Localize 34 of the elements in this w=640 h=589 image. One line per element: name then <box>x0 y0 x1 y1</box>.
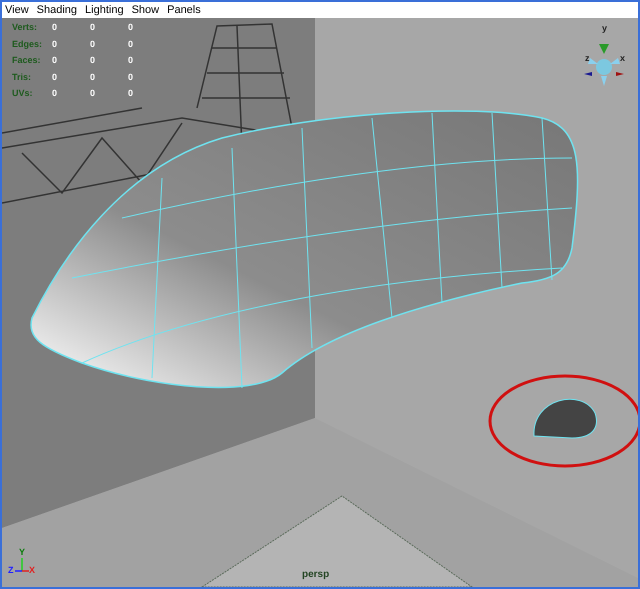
stat-label: Verts: <box>12 21 38 34</box>
stat-label: Faces: <box>12 54 42 67</box>
stat-label: Edges: <box>12 38 44 51</box>
view-cube-z-label: z <box>585 54 590 63</box>
menu-item[interactable]: Show <box>132 4 160 16</box>
menu-item[interactable]: Panels <box>167 4 201 16</box>
stat-value: 0 <box>52 21 58 34</box>
stat-value: 0 <box>128 38 134 50</box>
menu-item[interactable]: Shading <box>36 4 78 16</box>
camera-name: persp <box>302 570 330 580</box>
stat-value: 0 <box>90 54 96 67</box>
stat-value: 0 <box>52 54 58 67</box>
axis-y-label: Y <box>19 548 26 557</box>
stat-value: 0 <box>90 38 96 50</box>
stat-value: 0 <box>90 87 96 100</box>
axis-z-label: Z <box>8 566 14 575</box>
axis-x-label: X <box>29 566 36 575</box>
stat-label: Tris: <box>12 70 32 84</box>
stat-value: 0 <box>52 87 58 100</box>
stat-value: 0 <box>52 70 58 84</box>
menu-item[interactable]: Lighting <box>85 4 124 16</box>
stat-value: 0 <box>128 54 134 67</box>
stat-label: UVs: <box>12 87 34 100</box>
view-cube-x-label: x <box>620 54 626 63</box>
stat-value: 0 <box>128 21 134 34</box>
view-cube-y-label: y <box>602 24 608 33</box>
stat-value: 0 <box>128 70 134 84</box>
stat-value: 0 <box>90 70 96 84</box>
menu-item[interactable]: View <box>5 4 29 16</box>
axis-gizmo-icon <box>15 558 29 572</box>
stat-value: 0 <box>52 38 58 50</box>
stat-value: 0 <box>90 21 96 34</box>
stat-value: 0 <box>128 87 134 100</box>
view-cube-icon[interactable] <box>584 44 624 86</box>
